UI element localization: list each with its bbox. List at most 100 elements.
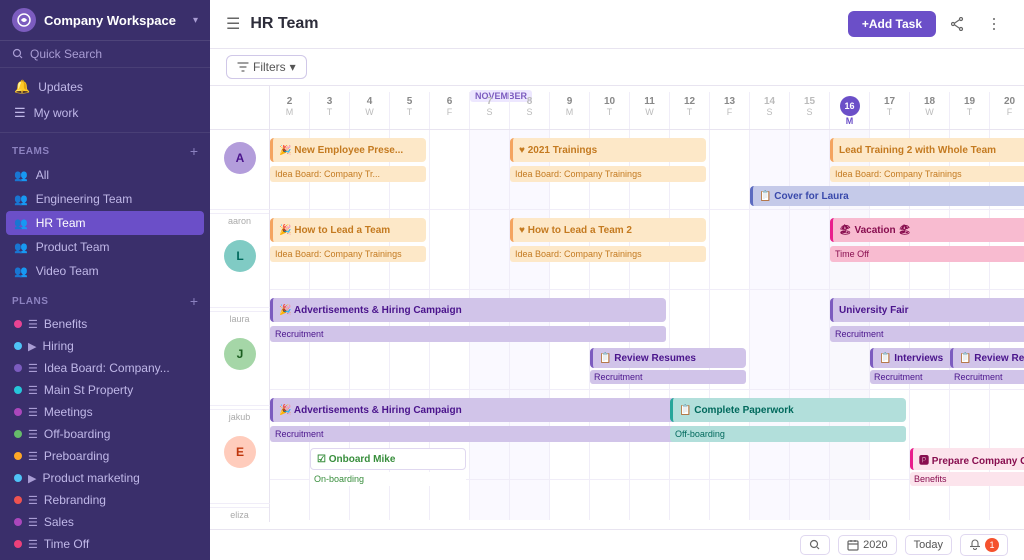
cell-cols-extra-17 — [950, 480, 990, 520]
sidebar-item-engineering[interactable]: 👥 Engineering Team — [0, 187, 210, 211]
filter-button[interactable]: Filters ▾ — [226, 55, 307, 79]
bar-gym-memberships[interactable]: 🅿 Prepare Company Gym Memberships — [910, 448, 1024, 470]
sidebar-item-updates[interactable]: 🔔 Updates — [0, 74, 210, 100]
bar-lead-training[interactable]: Lead Training 2 with Whole Team — [830, 138, 1024, 162]
bar-lead-training-sub: Idea Board: Company Trainings — [830, 166, 1024, 182]
bar-vacation-sub: Time Off — [830, 246, 1024, 262]
bar-2021-trainings[interactable]: ♥ 2021 Trainings — [510, 138, 706, 162]
bar-university-fair-sub: Recruitment — [830, 326, 1024, 342]
more-options-button[interactable] — [980, 10, 1008, 38]
sidebar-item-all[interactable]: 👥 All — [0, 163, 210, 187]
add-team-button[interactable]: + — [190, 143, 198, 159]
bar-review-resumes2[interactable]: 📋 Review Resumes — [950, 348, 1024, 368]
cell-cols-extra-13 — [790, 480, 830, 520]
plan-dot-4 — [14, 408, 22, 416]
sidebar-plan-8[interactable]: ☰Rebranding — [0, 489, 210, 511]
notification-badge: 1 — [985, 538, 999, 552]
cell-cols-extra-9 — [630, 480, 670, 520]
add-task-button[interactable]: +Add Task — [848, 11, 936, 37]
sidebar-plan-6[interactable]: ☰Preboarding — [0, 445, 210, 467]
gantt-container[interactable]: A aaron L laura J jakub E eliza — [210, 86, 1024, 529]
bottom-row: + — [270, 480, 1024, 520]
sidebar-item-mywork[interactable]: ☰ My work — [0, 100, 210, 126]
sidebar-plan-11[interactable]: ☰Work trips — [0, 555, 210, 560]
bar-how-to-lead-2-sub: Idea Board: Company Trainings — [510, 246, 706, 262]
sidebar-plan-2[interactable]: ☰Idea Board: Company... — [0, 357, 210, 379]
bar-review-resumes2-sub: Recruitment — [950, 370, 1024, 384]
day-header-13: 15S — [790, 92, 830, 129]
add-plan-button[interactable]: + — [190, 293, 198, 309]
hamburger-icon[interactable]: ☰ — [226, 14, 240, 34]
bar-how-to-lead-2[interactable]: ♥ How to Lead a Team 2 — [510, 218, 706, 242]
cell-cols-extra-0 — [270, 480, 310, 520]
toolbar: Filters ▾ — [210, 49, 1024, 86]
bar-onboard-mike[interactable]: ☑ Onboard Mike — [310, 448, 466, 470]
sidebar-header[interactable]: Company Workspace ▾ — [0, 0, 210, 41]
today-button[interactable]: Today — [905, 535, 952, 555]
day-header-17: 19T — [950, 92, 990, 129]
bar-cover-laura[interactable]: 📋 Cover for Laura — [750, 186, 1024, 206]
sidebar-plan-3[interactable]: ☰Main St Property — [0, 379, 210, 401]
teams-section-label: TEAMS — [12, 146, 50, 157]
bar-vacation[interactable]: 🏖 Vacation 🏖 — [830, 218, 1024, 242]
sidebar-nav: 🔔 Updates ☰ My work — [0, 68, 210, 133]
avatar-laura-name: laura — [210, 312, 269, 326]
calendar-year-button[interactable]: 2020 — [838, 535, 896, 555]
header-left: ☰ HR Team — [226, 14, 319, 34]
team-product-icon: 👥 — [14, 241, 28, 254]
sidebar-item-product[interactable]: 👥 Product Team — [0, 235, 210, 259]
day-header-4: 6F — [430, 92, 470, 129]
team-hr-icon: 👥 — [14, 217, 28, 230]
notification-button[interactable]: 1 — [960, 534, 1008, 556]
bar-complete-paperwork[interactable]: 📋 Complete Paperwork — [670, 398, 906, 422]
sidebar-plan-10[interactable]: ☰Time Off — [0, 533, 210, 555]
day-header-10: 12T — [670, 92, 710, 129]
bar-ads-jakub[interactable]: 🎉 Advertisements & Hiring Campaign — [270, 298, 666, 322]
bar-review-resumes-jakub-sub: Recruitment — [590, 370, 746, 384]
cell-cols-row0-5 — [470, 130, 510, 209]
team-all-label: All — [36, 168, 49, 182]
bar-ads-eliza-sub: Recruitment — [270, 426, 706, 442]
sidebar-plan-1[interactable]: ▶Hiring — [0, 335, 210, 357]
cell-cols-extra-10 — [670, 480, 710, 520]
cell-cols-extra-4 — [430, 480, 470, 520]
sidebar-plan-9[interactable]: ☰Sales — [0, 511, 210, 533]
sidebar-item-video[interactable]: 👥 Video Team — [0, 259, 210, 283]
day-header-6: 8S — [510, 92, 550, 129]
bar-onboard-mike-sub: On-boarding — [310, 472, 466, 486]
sidebar-item-hr[interactable]: 👥 HR Team — [6, 211, 204, 235]
day-header-14: 16M — [830, 92, 870, 129]
avatar-jakub-name: jakub — [210, 410, 269, 424]
gantt-timeline: NOVEMBER 2M3T4W5T6F7S8S9M10T11W12T13F14S… — [270, 86, 1024, 522]
day-header-7: 9M — [550, 92, 590, 129]
bar-ads-jakub-sub: Recruitment — [270, 326, 666, 342]
search-label: Quick Search — [30, 47, 102, 61]
bar-new-employee[interactable]: 🎉 New Employee Prese... — [270, 138, 426, 162]
zoom-search-button[interactable] — [800, 535, 830, 555]
plan-dot-6 — [14, 452, 22, 460]
workspace-name: Company Workspace — [44, 13, 185, 28]
cell-cols-extra-18 — [990, 480, 1024, 520]
sidebar-plan-0[interactable]: ☰Benefits — [0, 313, 210, 335]
cell-cols-extra-6 — [510, 480, 550, 520]
sidebar-plan-4[interactable]: ☰Meetings — [0, 401, 210, 423]
filter-chevron-icon: ▾ — [290, 60, 296, 74]
main-content: ☰ HR Team +Add Task Filters ▾ — [210, 0, 1024, 560]
cell-cols-row1-11 — [710, 210, 750, 289]
day-header-15: 17T — [870, 92, 910, 129]
quick-search[interactable]: Quick Search — [0, 41, 210, 68]
bar-how-to-lead[interactable]: 🎉 How to Lead a Team — [270, 218, 426, 242]
cell-cols-extra-3 — [390, 480, 430, 520]
cell-cols-extra-11 — [710, 480, 750, 520]
bar-2021-trainings-sub: Idea Board: Company Trainings — [510, 166, 706, 182]
sidebar-plan-5[interactable]: ☰Off-boarding — [0, 423, 210, 445]
bar-ads-eliza[interactable]: 🎉 Advertisements & Hiring Campaign — [270, 398, 706, 422]
cell-cols-row1-13 — [790, 210, 830, 289]
sidebar-plan-7[interactable]: ▶Product marketing — [0, 467, 210, 489]
bar-university-fair[interactable]: University Fair — [830, 298, 1024, 322]
plan-dot-7 — [14, 474, 22, 482]
bar-review-resumes-jakub[interactable]: 📋 Review Resumes — [590, 348, 746, 368]
cell-cols-row0-4 — [430, 130, 470, 209]
share-button[interactable] — [944, 10, 972, 38]
plan-dot-0 — [14, 320, 22, 328]
